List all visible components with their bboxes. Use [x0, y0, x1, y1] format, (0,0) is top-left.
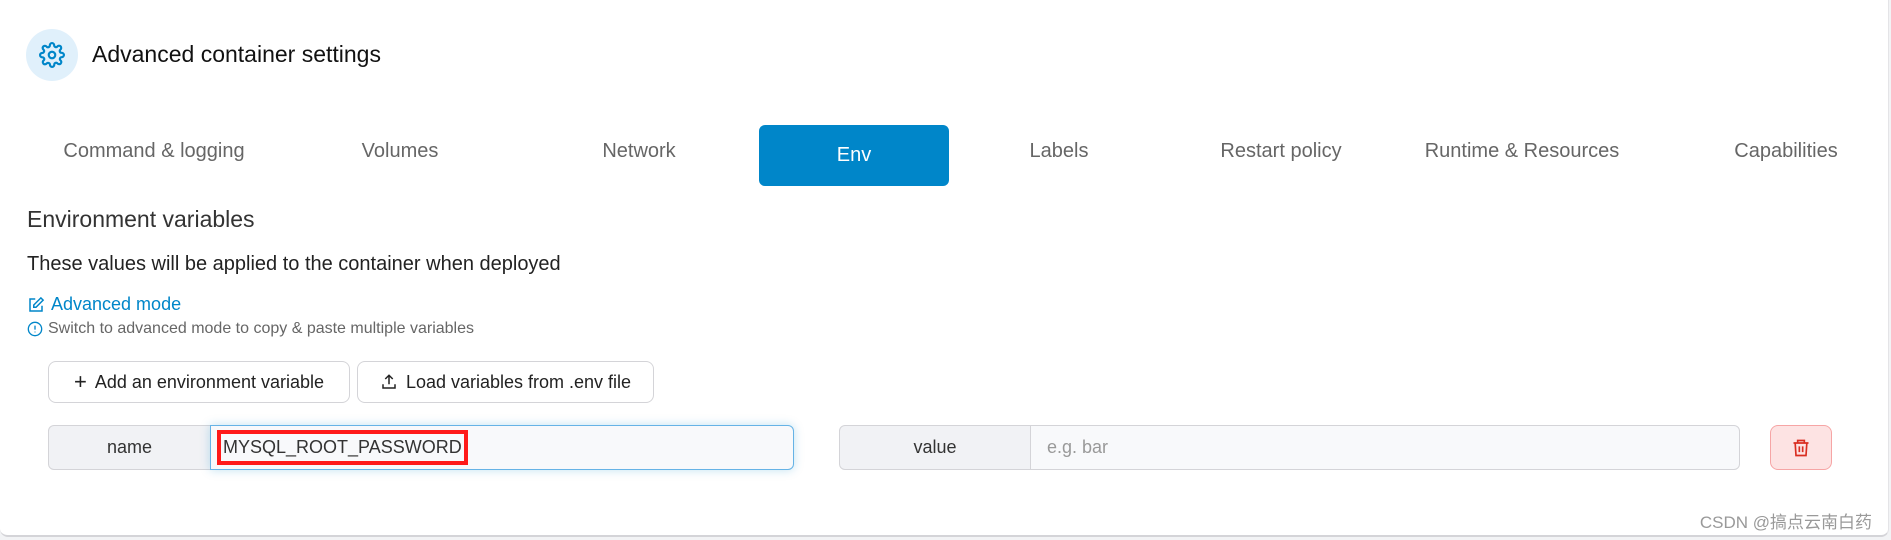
- upload-icon: [382, 374, 396, 389]
- add-env-variable-label: Add an environment variable: [94, 371, 324, 392]
- tab-restart-policy[interactable]: Restart policy: [1220, 140, 1341, 163]
- load-env-file-button[interactable]: Load variables from .env file: [357, 361, 654, 403]
- advanced-mode-link[interactable]: Advanced mode: [27, 294, 181, 315]
- tab-command-logging[interactable]: Command & logging: [63, 140, 244, 163]
- settings-card: Advanced container settings Command & lo…: [0, 0, 1889, 537]
- advanced-mode-label: Advanced mode: [51, 294, 182, 314]
- tab-labels[interactable]: Labels: [1030, 140, 1089, 163]
- gear-icon: [26, 29, 78, 81]
- trash-icon: [1793, 439, 1809, 456]
- section-heading: Environment variables: [27, 206, 255, 232]
- page-title: Advanced container settings: [92, 41, 381, 67]
- tab-env[interactable]: Env: [759, 125, 949, 186]
- value-label: value: [839, 425, 1031, 470]
- watermark: CSDN @搞点云南白药: [1699, 513, 1872, 532]
- env-name-value: MYSQL_ROOT_PASSWORD: [217, 430, 468, 465]
- load-env-file-label: Load variables from .env file: [405, 371, 632, 392]
- tab-network[interactable]: Network: [602, 140, 675, 163]
- env-name-input[interactable]: MYSQL_ROOT_PASSWORD: [210, 425, 794, 470]
- edit-icon: [29, 296, 45, 312]
- tab-runtime-resources[interactable]: Runtime & Resources: [1425, 140, 1620, 163]
- add-env-variable-button[interactable]: + Add an environment variable: [48, 361, 350, 403]
- advanced-mode-hint: Switch to advanced mode to copy & paste …: [27, 320, 474, 338]
- section-description: These values will be applied to the cont…: [27, 253, 561, 275]
- delete-variable-button[interactable]: [1770, 425, 1832, 470]
- tab-volumes[interactable]: Volumes: [362, 140, 439, 163]
- plus-icon: +: [74, 369, 87, 394]
- info-icon: [27, 321, 43, 337]
- name-label: name: [48, 425, 211, 470]
- hint-text: Switch to advanced mode to copy & paste …: [48, 320, 475, 337]
- tab-capabilities[interactable]: Capabilities: [1734, 140, 1837, 163]
- env-value-input[interactable]: e.g. bar: [1030, 425, 1740, 470]
